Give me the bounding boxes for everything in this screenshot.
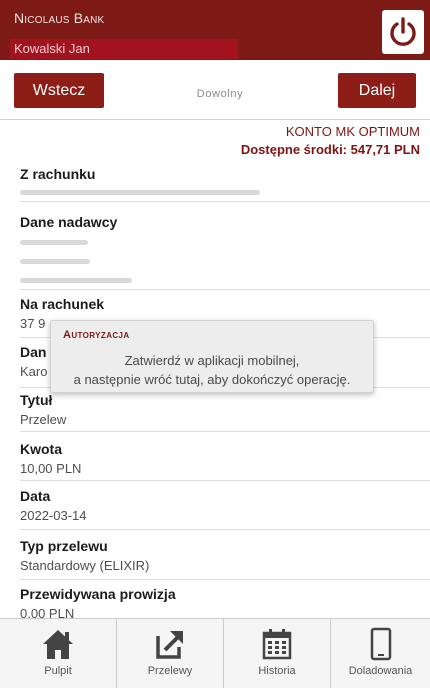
nav-bar: Wstecz Dowolny Dalej xyxy=(0,60,430,120)
amount-row[interactable]: Kwota 10,00 PLN xyxy=(20,441,430,481)
transfer-type-label: Typ przelewu xyxy=(20,538,108,554)
authorization-message-line1: Zatwierdź w aplikacji mobilnej, xyxy=(124,353,300,368)
sender-row: Dane nadawcy xyxy=(20,214,430,290)
date-row[interactable]: Data 2022-03-14 xyxy=(20,488,430,530)
back-button[interactable]: Wstecz xyxy=(14,73,104,108)
bottom-tab-bar: Pulpit Przelewy Historia Doladowania xyxy=(0,618,430,688)
sender-label: Dane nadawcy xyxy=(20,214,118,230)
date-label: Data xyxy=(20,488,51,504)
from-account-value-redacted xyxy=(20,190,260,195)
sender-line-redacted xyxy=(20,259,90,264)
from-account-label: Z rachunku xyxy=(20,166,96,182)
transfer-type-row[interactable]: Typ przelewu Standardowy (ELIXIR) xyxy=(20,538,430,580)
from-account-row[interactable]: Z rachunku xyxy=(20,166,430,202)
tab-label: Przelewy xyxy=(147,665,193,677)
phone-icon xyxy=(370,627,391,661)
user-name: Kowalski Jan xyxy=(14,41,90,56)
user-bar: Kowalski Jan xyxy=(10,39,238,59)
tab-label: Pulpit xyxy=(44,665,72,677)
sender-line-redacted xyxy=(20,240,88,245)
calendar-icon xyxy=(262,629,292,660)
date-value: 2022-03-14 xyxy=(20,508,87,523)
app-header: Nicolaus Bank Kowalski Jan xyxy=(0,0,430,60)
fee-row: Przewidywana prowizja 0,00 PLN xyxy=(20,586,430,621)
account-name: KONTO MK OPTIMUM xyxy=(285,124,420,139)
authorization-title: Autoryzacja xyxy=(63,329,130,341)
next-button[interactable]: Dalej xyxy=(338,73,416,108)
tab-label: Doladowania xyxy=(348,665,413,677)
title-label: Tytuł xyxy=(20,392,53,408)
title-value: Przelew xyxy=(20,412,67,427)
to-account-label: Na rachunek xyxy=(20,296,105,312)
tab-label: Historia xyxy=(258,665,296,677)
amount-label: Kwota xyxy=(20,441,62,457)
tab-historia[interactable]: Historia xyxy=(224,619,331,688)
account-balance: Dostępne środki: 547,71 PLN xyxy=(240,142,420,157)
tab-pulpit[interactable]: Pulpit xyxy=(0,619,117,688)
home-icon xyxy=(43,630,73,659)
title-row[interactable]: Tytuł Przelew xyxy=(20,392,430,432)
fee-label: Przewidywana prowizja xyxy=(20,586,176,602)
authorization-message-line2: a następnie wróć tutaj, aby dokończyć op… xyxy=(73,372,351,387)
tab-doladowania[interactable]: Doladowania xyxy=(331,619,430,688)
transfer-type-value: Standardowy (ELIXIR) xyxy=(20,558,150,573)
tab-przelewy[interactable]: Przelewy xyxy=(117,619,224,688)
bank-name: Nicolaus Bank xyxy=(14,10,105,26)
transfer-mode-title: Dowolny xyxy=(196,88,244,100)
logout-button[interactable] xyxy=(382,10,424,54)
sender-line-redacted xyxy=(20,278,132,283)
authorization-dialog: Autoryzacja Zatwierdź w aplikacji mobiln… xyxy=(50,320,374,393)
transfer-icon xyxy=(156,631,183,659)
amount-value: 10,00 PLN xyxy=(20,461,82,476)
power-icon xyxy=(390,17,416,46)
